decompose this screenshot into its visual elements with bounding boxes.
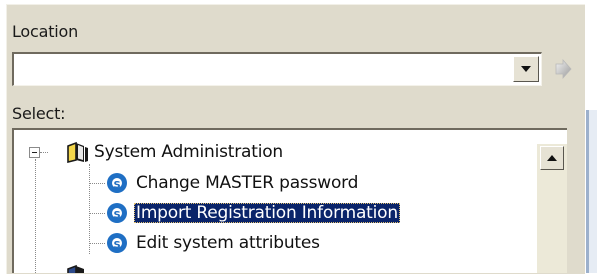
svg-text:S: S xyxy=(114,210,121,221)
svg-text:S: S xyxy=(114,180,121,191)
tree-node-label: Import Registration Information xyxy=(134,203,400,223)
tree-connector xyxy=(89,183,105,184)
tree-node-label: Change MASTER password xyxy=(136,173,359,193)
cs-app-icon: S xyxy=(107,203,127,223)
book-icon xyxy=(67,264,84,273)
tree-connector xyxy=(35,159,36,273)
svg-text:S: S xyxy=(114,240,121,251)
tree-node-label: System Administration xyxy=(94,142,283,162)
cs-app-icon: S xyxy=(107,173,127,193)
tree-connector xyxy=(40,152,48,153)
go-arrow-icon[interactable] xyxy=(553,58,573,80)
tree-connector xyxy=(89,243,105,244)
select-label: Select: xyxy=(12,104,66,123)
tree-node-change-master-password[interactable]: S Change MASTER password xyxy=(106,171,436,195)
location-label: Location xyxy=(12,22,79,41)
tree-connector xyxy=(89,164,90,254)
tree-connector xyxy=(89,213,105,214)
tree-scrollbar[interactable] xyxy=(537,144,567,273)
tree-node-label: Edit system attributes xyxy=(136,233,320,253)
tree-node-system-administration[interactable]: System Administration xyxy=(50,140,350,164)
location-combobox[interactable] xyxy=(12,52,542,86)
tree-view[interactable]: System Administration S Change MASTER pa… xyxy=(12,128,567,273)
pane-border xyxy=(586,110,589,273)
location-dropdown-button[interactable] xyxy=(513,56,539,82)
tree-node-import-registration-information[interactable]: S Import Registration Information xyxy=(106,201,446,225)
cs-app-icon: S xyxy=(107,233,127,253)
adjacent-pane-edge xyxy=(586,110,597,273)
scroll-up-button[interactable] xyxy=(540,146,564,170)
location-input[interactable] xyxy=(16,56,514,82)
tree-node-edit-system-attributes[interactable]: S Edit system attributes xyxy=(106,231,436,255)
book-icon xyxy=(67,141,88,163)
collapse-toggle[interactable] xyxy=(29,147,40,158)
